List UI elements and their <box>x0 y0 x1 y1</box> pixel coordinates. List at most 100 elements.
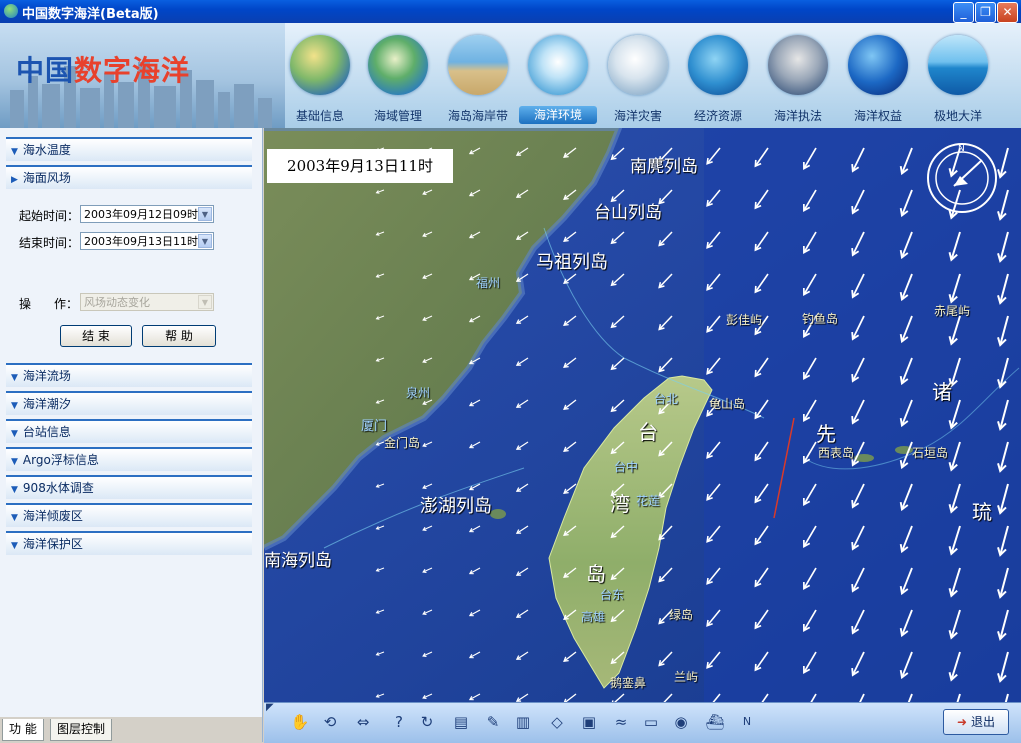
section-tide[interactable]: ▼ 海洋潮汐 <box>6 391 252 415</box>
place-label: 龟山岛 <box>709 397 746 411</box>
app-header: 中国数字海洋 基础信息 海域管理 海岛海岸带 海洋环境 海洋灾害 经济资源 海洋… <box>0 23 1021 128</box>
place-label: 绿岛 <box>669 608 694 622</box>
section-sea-temperature[interactable]: ▼ 海水温度 <box>6 137 252 161</box>
section-label: 海洋倾废区 <box>22 509 83 523</box>
section-argo-buoy[interactable]: ▼ Argo浮标信息 <box>6 447 252 471</box>
beach-icon <box>448 35 508 95</box>
place-label: 岛 <box>586 562 606 586</box>
collapse-arrow-icon: ▶ <box>11 175 18 185</box>
section-label: 海水温度 <box>22 143 71 157</box>
nav-basic-info[interactable]: 基础信息 <box>281 31 359 127</box>
place-label: 厦门 <box>361 419 388 434</box>
nav-label: 海洋环境 <box>519 106 597 124</box>
full-extent-icon[interactable]: ⇔ <box>352 711 374 733</box>
nav-marine-disaster[interactable]: 海洋灾害 <box>599 31 677 127</box>
north-icon[interactable]: N <box>736 711 758 733</box>
nav-label: 经济资源 <box>693 109 742 123</box>
sea-globe-icon <box>848 35 908 95</box>
map-toolbar: ◤ ✋ ⟲ ⇔ ? ↻ ▤ ✎ ▥ ◇ ▣ ≈ ▭ ◉ ⛴ N ➜ 退出 <box>264 702 1021 743</box>
operation-value: 风场动态变化 <box>84 296 150 309</box>
chevron-down-icon: ▼ <box>198 295 212 309</box>
section-protected-area[interactable]: ▼ 海洋保护区 <box>6 531 252 555</box>
nav-label: 基础信息 <box>295 109 344 123</box>
end-time-select[interactable]: 2003年09月13日11时 ▼ <box>80 232 214 250</box>
building-icon[interactable]: ▥ <box>512 711 534 733</box>
nav-maritime-rights[interactable]: 海洋权益 <box>839 31 917 127</box>
close-button[interactable]: ✕ <box>997 2 1018 23</box>
help-button[interactable]: 帮 助 <box>142 325 216 347</box>
place-label: 台中 <box>614 460 639 474</box>
operation-label-1: 操 <box>19 297 32 311</box>
identify-icon[interactable]: ? <box>388 711 410 733</box>
section-label: Argo浮标信息 <box>22 453 99 467</box>
place-label: 花莲 <box>636 494 661 508</box>
camera-icon[interactable]: ▣ <box>578 711 600 733</box>
section-dumping-area[interactable]: ▼ 海洋倾废区 <box>6 503 252 527</box>
place-label: 高雄 <box>581 610 606 624</box>
expand-arrow-icon: ▼ <box>11 541 18 551</box>
minimize-button[interactable]: _ <box>953 2 974 23</box>
expand-arrow-icon: ▼ <box>11 457 18 467</box>
section-label: 908水体调查 <box>22 481 94 495</box>
section-908-survey[interactable]: ▼ 908水体调查 <box>6 475 252 499</box>
end-button[interactable]: 结 束 <box>60 325 132 347</box>
exit-icon: ➜ <box>957 715 968 729</box>
officer-icon <box>768 35 828 95</box>
nav-law-enforcement[interactable]: 海洋执法 <box>759 31 837 127</box>
ocean-icon <box>928 35 988 95</box>
layer-icon[interactable]: ▤ <box>450 711 472 733</box>
nav-polar-ocean[interactable]: 极地大洋 <box>919 31 997 127</box>
expand-arrow-icon: ▼ <box>11 147 18 157</box>
section-label: 海洋流场 <box>22 369 71 383</box>
section-station-info[interactable]: ▼ 台站信息 <box>6 419 252 443</box>
exit-button[interactable]: ➜ 退出 <box>943 709 1009 735</box>
place-label: 琉 <box>972 500 992 524</box>
expand-arrow-icon: ▼ <box>11 513 18 523</box>
draw-icon[interactable]: ✎ <box>482 711 504 733</box>
wave-icon[interactable]: ≈ <box>610 711 632 733</box>
nav-label: 海洋灾害 <box>613 109 662 123</box>
locate-icon[interactable]: ◇ <box>546 711 568 733</box>
place-label: 鹅銮鼻 <box>610 676 647 690</box>
ruler-icon[interactable]: ▭ <box>640 711 662 733</box>
expand-arrow-icon: ▼ <box>11 401 18 411</box>
app-globe-icon <box>4 4 18 18</box>
tab-layer-control[interactable]: 图层控制 <box>50 719 113 741</box>
place-label: 南麂列岛 <box>630 157 698 177</box>
storm-icon <box>608 35 668 95</box>
place-label: 马祖列岛 <box>536 252 608 273</box>
corner-arrow-icon[interactable]: ◤ <box>266 702 274 713</box>
section-ocean-current[interactable]: ▼ 海洋流场 <box>6 363 252 387</box>
operation-select: 风场动态变化 ▼ <box>80 293 214 311</box>
app-logo: 中国数字海洋 <box>16 54 191 87</box>
place-label: 彭佳屿 <box>726 313 763 327</box>
section-label: 海洋潮汐 <box>22 397 71 411</box>
rotate-icon[interactable]: ⟲ <box>319 711 341 733</box>
start-time-select[interactable]: 2003年09月12日09时 ▼ <box>80 205 214 223</box>
ship-icon[interactable]: ⛴ <box>704 711 726 733</box>
pan-icon[interactable]: ✋ <box>289 711 311 733</box>
nav-economic-resources[interactable]: 经济资源 <box>679 31 757 127</box>
restore-button[interactable]: ❐ <box>975 2 996 23</box>
function-panel: ▼ 海水温度 ▶ 海面风场 起始时间： 2003年09月12日09时 ▼ 结束时间： … <box>0 128 263 742</box>
nav-marine-environment[interactable]: 海洋环境 <box>519 31 597 127</box>
tab-functions[interactable]: 功 能 <box>2 719 44 741</box>
end-time-label: 结束时间： <box>19 236 80 250</box>
nav-island-coast[interactable]: 海岛海岸带 <box>439 31 517 127</box>
place-label: 石垣岛 <box>912 446 949 460</box>
section-sea-wind-field[interactable]: ▶ 海面风场 <box>6 165 252 189</box>
chevron-down-icon[interactable]: ▼ <box>198 234 212 248</box>
nav-sea-area-management[interactable]: 海域管理 <box>359 31 437 127</box>
map-view[interactable]: N 2003年9月13日11时 南麂列岛 台山列岛 马祖列岛 福州 泉州 厦门 … <box>264 128 1021 702</box>
place-label: 福州 <box>476 276 501 290</box>
end-time-value: 2003年09月13日11时 <box>84 235 198 248</box>
island-icon <box>368 35 428 95</box>
measure-icon[interactable]: ↻ <box>416 711 438 733</box>
place-label: 台东 <box>600 588 625 602</box>
start-time-value: 2003年09月12日09时 <box>84 208 198 221</box>
expand-arrow-icon: ▼ <box>11 373 18 383</box>
chevron-down-icon[interactable]: ▼ <box>198 207 212 221</box>
section-label: 台站信息 <box>22 425 71 439</box>
penghu-island <box>490 509 506 519</box>
view-icon[interactable]: ◉ <box>670 711 692 733</box>
